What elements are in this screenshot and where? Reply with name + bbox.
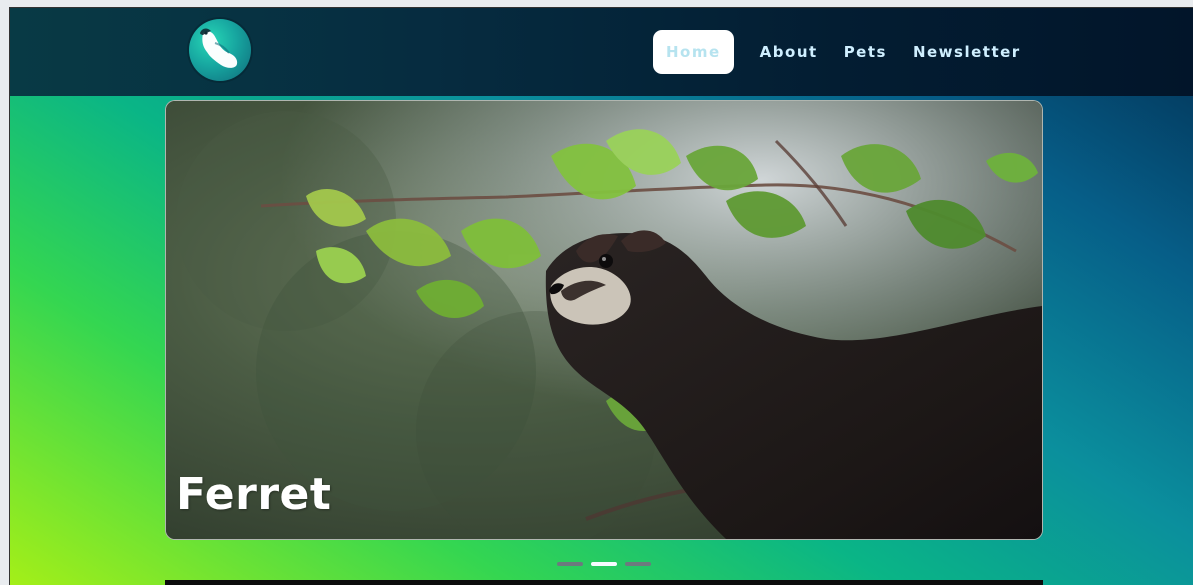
- nav-pets-link[interactable]: Pets: [844, 43, 887, 61]
- carousel-indicator-3[interactable]: [625, 562, 651, 566]
- carousel-indicator-2[interactable]: [591, 562, 617, 566]
- navbar: Home About Pets Newsletter: [10, 8, 1193, 96]
- nav-newsletter-link[interactable]: Newsletter: [913, 43, 1021, 61]
- nav-about-link[interactable]: About: [760, 43, 818, 61]
- nav-home-link[interactable]: Home: [653, 30, 734, 74]
- main-nav: Home About Pets Newsletter: [653, 28, 1021, 76]
- page-frame: Home About Pets Newsletter Ferret: [9, 7, 1193, 585]
- carousel-caption: Ferret: [176, 469, 332, 520]
- bottom-section-bar: [165, 580, 1043, 585]
- carousel-indicators: [557, 562, 651, 568]
- carousel-slide[interactable]: Ferret: [165, 100, 1043, 540]
- carousel-indicator-1[interactable]: [557, 562, 583, 566]
- ferret-logo-icon[interactable]: [189, 19, 251, 81]
